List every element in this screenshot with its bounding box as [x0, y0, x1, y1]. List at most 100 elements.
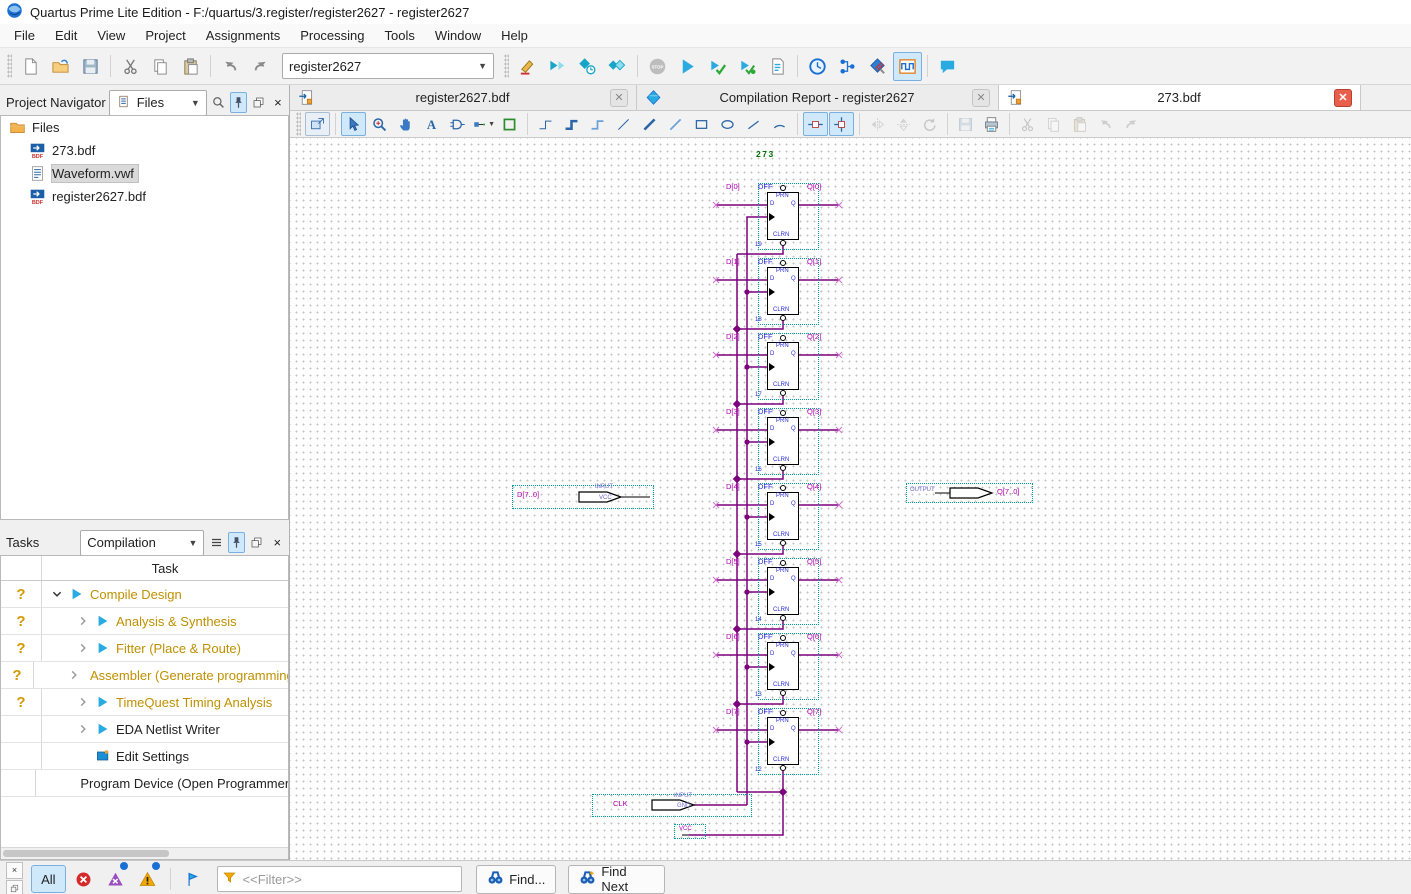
- close-icon[interactable]: ×: [6, 862, 23, 879]
- pin-icon[interactable]: [230, 92, 247, 113]
- copy-button[interactable]: [146, 52, 175, 81]
- menu-tools[interactable]: Tools: [375, 26, 425, 45]
- critical-warning-icon[interactable]: [102, 865, 130, 893]
- comment-button[interactable]: [933, 52, 962, 81]
- float-icon[interactable]: [6, 880, 23, 894]
- panel-splitter[interactable]: [0, 520, 289, 530]
- close-icon[interactable]: ×: [269, 532, 286, 553]
- diag-bus-tool[interactable]: [637, 112, 662, 136]
- line-tool[interactable]: [741, 112, 766, 136]
- expander-collapsed-icon[interactable]: [76, 642, 90, 654]
- symbol-tool[interactable]: [445, 112, 470, 136]
- tasks-horizontal-scrollbar[interactable]: [1, 847, 288, 859]
- hamburger-menu-icon[interactable]: [207, 532, 224, 553]
- timing-clock-button[interactable]: [803, 52, 832, 81]
- undo-tool[interactable]: [1093, 112, 1118, 136]
- toolbar-handle[interactable]: [296, 112, 301, 136]
- expander-collapsed-icon[interactable]: [76, 696, 90, 708]
- toolbar-handle[interactable]: [7, 54, 12, 78]
- rotate-tool[interactable]: [917, 112, 942, 136]
- menu-view[interactable]: View: [87, 26, 135, 45]
- tab-register2627-bdf[interactable]: register2627.bdf✕: [290, 85, 637, 110]
- paste-tool[interactable]: [1067, 112, 1092, 136]
- stop-button[interactable]: STOP: [643, 52, 672, 81]
- info-icon[interactable]: [179, 865, 207, 893]
- select-tool[interactable]: [341, 112, 366, 136]
- save-tool[interactable]: [953, 112, 978, 136]
- float-icon[interactable]: [250, 92, 267, 113]
- detach-tool[interactable]: [305, 112, 330, 136]
- orth-node-tool[interactable]: [533, 112, 558, 136]
- assignment-pencil-button[interactable]: [513, 52, 542, 81]
- toolbar-handle[interactable]: [504, 54, 509, 78]
- rubberband-v-tool[interactable]: [829, 112, 854, 136]
- tab-273-bdf[interactable]: 273.bdf✕: [999, 85, 1361, 110]
- flip-v-tool[interactable]: [891, 112, 916, 136]
- start-incremental-button[interactable]: [733, 52, 762, 81]
- menu-edit[interactable]: Edit: [45, 26, 87, 45]
- text-tool[interactable]: A: [419, 112, 444, 136]
- open-file-button[interactable]: [46, 52, 75, 81]
- diag-conduit-tool[interactable]: [663, 112, 688, 136]
- error-icon[interactable]: [70, 865, 98, 893]
- navigator-mode-combobox[interactable]: Files ▼: [109, 90, 207, 116]
- float-icon[interactable]: [248, 532, 265, 553]
- flip-h-tool[interactable]: [865, 112, 890, 136]
- new-file-button[interactable]: [16, 52, 45, 81]
- task-row-edit-settings[interactable]: Edit Settings: [1, 743, 288, 770]
- cut-button[interactable]: [116, 52, 145, 81]
- rubberband-h-tool[interactable]: [803, 112, 828, 136]
- task-row-compile-design[interactable]: ?Compile Design: [1, 581, 288, 608]
- orth-conduit-tool[interactable]: [585, 112, 610, 136]
- scrollbar-thumb[interactable]: [3, 850, 169, 857]
- menu-file[interactable]: File: [4, 26, 45, 45]
- start-compilation-button[interactable]: [673, 52, 702, 81]
- partition-button[interactable]: [603, 52, 632, 81]
- expander-expanded-icon[interactable]: [50, 588, 64, 600]
- menu-processing[interactable]: Processing: [290, 26, 374, 45]
- redo-button[interactable]: [246, 52, 275, 81]
- orth-bus-tool[interactable]: [559, 112, 584, 136]
- expander-collapsed-icon[interactable]: [76, 615, 90, 627]
- close-icon[interactable]: ×: [270, 92, 286, 113]
- search-icon[interactable]: [210, 92, 227, 113]
- arc-tool[interactable]: [767, 112, 792, 136]
- start-analysis-button[interactable]: [703, 52, 732, 81]
- expander-collapsed-icon[interactable]: [68, 669, 80, 681]
- tab-compilation-report-register2627[interactable]: Compilation Report - register2627✕: [637, 85, 999, 110]
- project-combobox[interactable]: register2627▼: [282, 53, 494, 79]
- pin-tool-tool[interactable]: ▼: [471, 112, 496, 136]
- copy-tool[interactable]: [1041, 112, 1066, 136]
- file-item-register2627-bdf[interactable]: BDFregister2627.bdf: [1, 185, 288, 208]
- programmer-button[interactable]: [863, 52, 892, 81]
- warning-icon[interactable]: [134, 865, 162, 893]
- simulator-button[interactable]: [893, 52, 922, 81]
- rect-tool[interactable]: [689, 112, 714, 136]
- synthesis-button[interactable]: [543, 52, 572, 81]
- print-tool[interactable]: [979, 112, 1004, 136]
- task-row-fitter-place-route-[interactable]: ?Fitter (Place & Route): [1, 635, 288, 662]
- find-next-button[interactable]: Find Next: [568, 865, 665, 894]
- tree-root-files[interactable]: Files: [1, 116, 288, 139]
- menu-help[interactable]: Help: [491, 26, 538, 45]
- paste-button[interactable]: [176, 52, 205, 81]
- menu-assignments[interactable]: Assignments: [196, 26, 290, 45]
- diag-node-tool[interactable]: [611, 112, 636, 136]
- pin-icon[interactable]: [228, 532, 245, 553]
- filter-funnel-icon[interactable]: [222, 870, 237, 888]
- netlist-viewer-button[interactable]: [833, 52, 862, 81]
- block-tool[interactable]: [497, 112, 522, 136]
- tab-close-icon[interactable]: ✕: [1334, 89, 1352, 107]
- zoom-tool[interactable]: [367, 112, 392, 136]
- tab-close-icon[interactable]: ✕: [972, 89, 990, 107]
- task-row-analysis-synthesis[interactable]: ?Analysis & Synthesis: [1, 608, 288, 635]
- find-button[interactable]: Find...: [476, 865, 556, 894]
- menu-window[interactable]: Window: [425, 26, 491, 45]
- file-item-waveform-vwf[interactable]: Waveform.vwf: [1, 162, 288, 185]
- report-button[interactable]: [763, 52, 792, 81]
- menu-project[interactable]: Project: [135, 26, 195, 45]
- expander-collapsed-icon[interactable]: [76, 723, 90, 735]
- undo-button[interactable]: [216, 52, 245, 81]
- tab-close-icon[interactable]: ✕: [610, 89, 628, 107]
- filter-input[interactable]: [241, 871, 458, 888]
